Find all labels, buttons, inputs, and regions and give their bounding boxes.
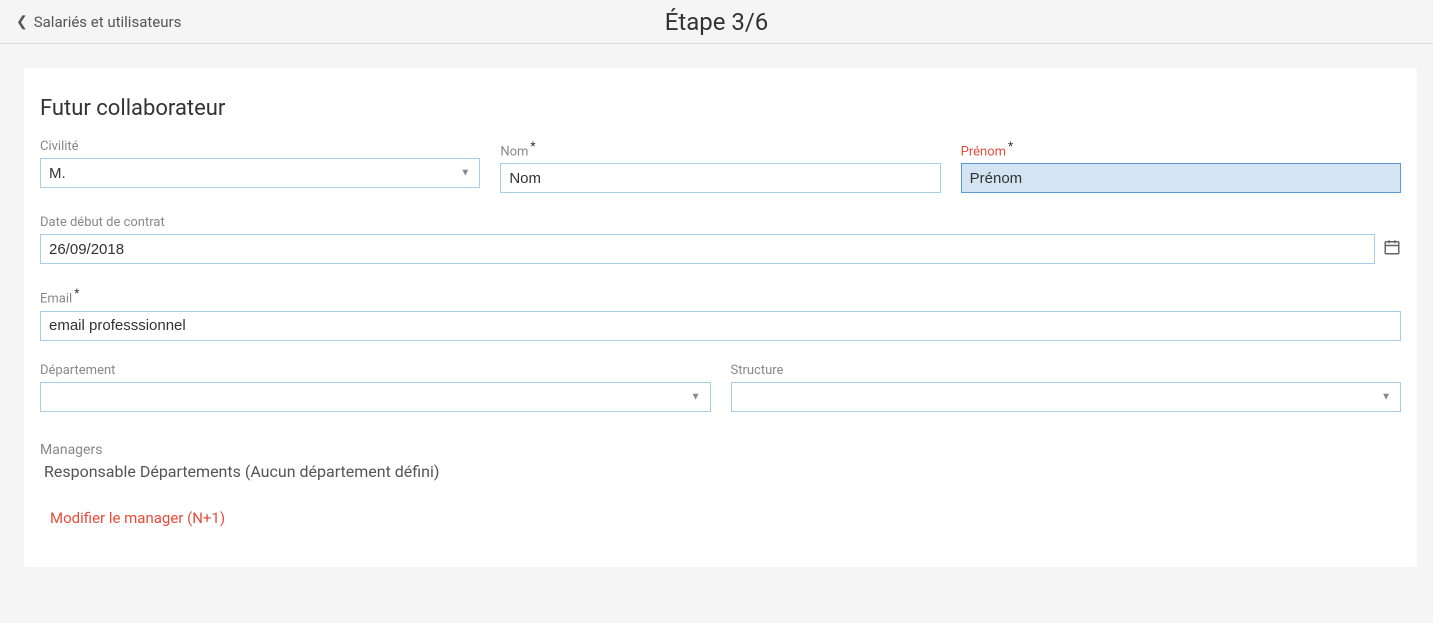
value-managers: Responsable Départements (Aucun départem…: [40, 462, 1401, 481]
row-date: Date début de contrat: [40, 215, 1401, 264]
field-firstname: Prénom*: [961, 139, 1401, 193]
label-department: Département: [40, 363, 711, 378]
required-star-icon: *: [1008, 139, 1013, 153]
section-title: Futur collaborateur: [40, 96, 1401, 121]
select-structure[interactable]: [731, 382, 1402, 412]
select-department[interactable]: [40, 382, 711, 412]
input-contract-start[interactable]: [40, 234, 1375, 264]
row-email: Email*: [40, 286, 1401, 340]
label-structure: Structure: [731, 363, 1402, 378]
label-firstname: Prénom*: [961, 139, 1401, 159]
select-civility[interactable]: M.: [40, 158, 480, 188]
label-civility: Civilité: [40, 139, 480, 154]
label-contract-start: Date début de contrat: [40, 215, 1401, 230]
input-firstname[interactable]: [961, 163, 1401, 193]
field-lastname: Nom*: [500, 139, 940, 193]
field-structure: Structure ▼: [731, 363, 1402, 412]
modify-manager-link[interactable]: Modifier le manager (N+1): [40, 509, 1401, 527]
required-star-icon: *: [74, 286, 79, 300]
back-label: Salariés et utilisateurs: [34, 13, 182, 31]
form-card: Futur collaborateur Civilité M. ▼ Nom* P…: [24, 68, 1417, 567]
chevron-left-icon: ❮: [16, 15, 28, 29]
page-title: Étape 3/6: [665, 8, 769, 36]
header-bar: ❮ Salariés et utilisateurs Étape 3/6: [0, 0, 1433, 44]
label-lastname: Nom*: [500, 139, 940, 159]
select-department-wrap: ▼: [40, 382, 711, 412]
input-lastname[interactable]: [500, 163, 940, 193]
label-email: Email*: [40, 286, 1401, 306]
row-dept-structure: Département ▼ Structure ▼: [40, 363, 1401, 412]
date-wrap: [40, 234, 1401, 264]
field-civility: Civilité M. ▼: [40, 139, 480, 193]
calendar-icon[interactable]: [1383, 238, 1401, 260]
required-star-icon: *: [530, 139, 535, 153]
select-civility-wrap: M. ▼: [40, 158, 480, 188]
field-email: Email*: [40, 286, 1401, 340]
field-department: Département ▼: [40, 363, 711, 412]
field-contract-start: Date début de contrat: [40, 215, 1401, 264]
row-name: Civilité M. ▼ Nom* Prénom*: [40, 139, 1401, 193]
select-structure-wrap: ▼: [731, 382, 1402, 412]
back-link[interactable]: ❮ Salariés et utilisateurs: [16, 13, 181, 31]
input-email[interactable]: [40, 311, 1401, 341]
label-managers: Managers: [40, 442, 1401, 458]
managers-section: Managers Responsable Départements (Aucun…: [40, 442, 1401, 527]
